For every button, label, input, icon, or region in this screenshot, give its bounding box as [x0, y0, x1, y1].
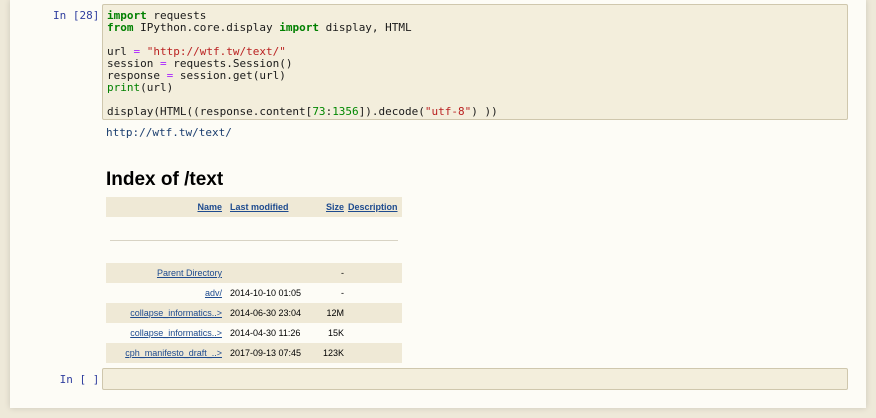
- size-cell: 123K: [322, 348, 344, 358]
- code-line-7: print(url): [107, 81, 174, 94]
- modified-cell: 2014-04-30 11:26: [230, 328, 301, 338]
- file-link[interactable]: collapse_informatics..>: [130, 328, 222, 338]
- modified-cell: [226, 263, 314, 283]
- column-header-size[interactable]: Size: [314, 197, 348, 217]
- table-row: adv/ 2014-10-10 01:05 -: [106, 283, 402, 303]
- column-header-last-modified[interactable]: Last modified: [226, 197, 314, 217]
- empty-code-cell-input[interactable]: [102, 368, 848, 390]
- code-line-9: display(HTML((response.content[73:1356])…: [107, 105, 498, 118]
- file-link[interactable]: cph_manifesto_draft_..>: [125, 348, 222, 358]
- file-link[interactable]: adv/: [205, 288, 222, 298]
- directory-listing-table: Name Last modified Size Description Pare…: [106, 197, 402, 363]
- table-row: collapse_informatics..> 2014-06-30 23:04…: [106, 303, 402, 323]
- file-link[interactable]: collapse_informatics..>: [130, 308, 222, 318]
- table-row: cph_manifesto_draft_..> 2017-09-13 07:45…: [106, 343, 402, 363]
- input-prompt-empty: In [ ]:: [59, 373, 106, 386]
- column-header-name[interactable]: Name: [106, 197, 226, 217]
- code-editor[interactable]: import requests from IPython.core.displa…: [103, 5, 847, 118]
- modified-cell: 2017-09-13 07:45: [230, 348, 302, 358]
- code-line-2: from IPython.core.display import display…: [107, 21, 412, 34]
- table-row: collapse_informatics..> 2014-04-30 11:26…: [106, 323, 402, 343]
- table-row: Parent Directory -: [106, 263, 402, 283]
- notebook-container: In [28]: import requests from IPython.co…: [10, 0, 866, 408]
- file-link[interactable]: Parent Directory: [157, 268, 222, 278]
- size-cell: 15K: [327, 328, 344, 338]
- modified-cell: 2014-10-10 01:05: [230, 288, 302, 298]
- column-header-description[interactable]: Description: [348, 197, 402, 217]
- input-prompt: In [28]:: [53, 9, 106, 22]
- cell-output-text: http://wtf.tw/text/: [106, 126, 232, 139]
- size-cell: -: [341, 268, 344, 278]
- index-title: Index of /text: [106, 169, 224, 190]
- modified-cell: 2014-06-30 23:04: [230, 308, 302, 318]
- code-cell-input[interactable]: import requests from IPython.core.displa…: [102, 4, 848, 120]
- divider: [106, 231, 402, 249]
- size-cell: 12M: [326, 308, 344, 318]
- size-cell: -: [341, 288, 344, 298]
- table-header-row: Name Last modified Size Description: [106, 197, 402, 217]
